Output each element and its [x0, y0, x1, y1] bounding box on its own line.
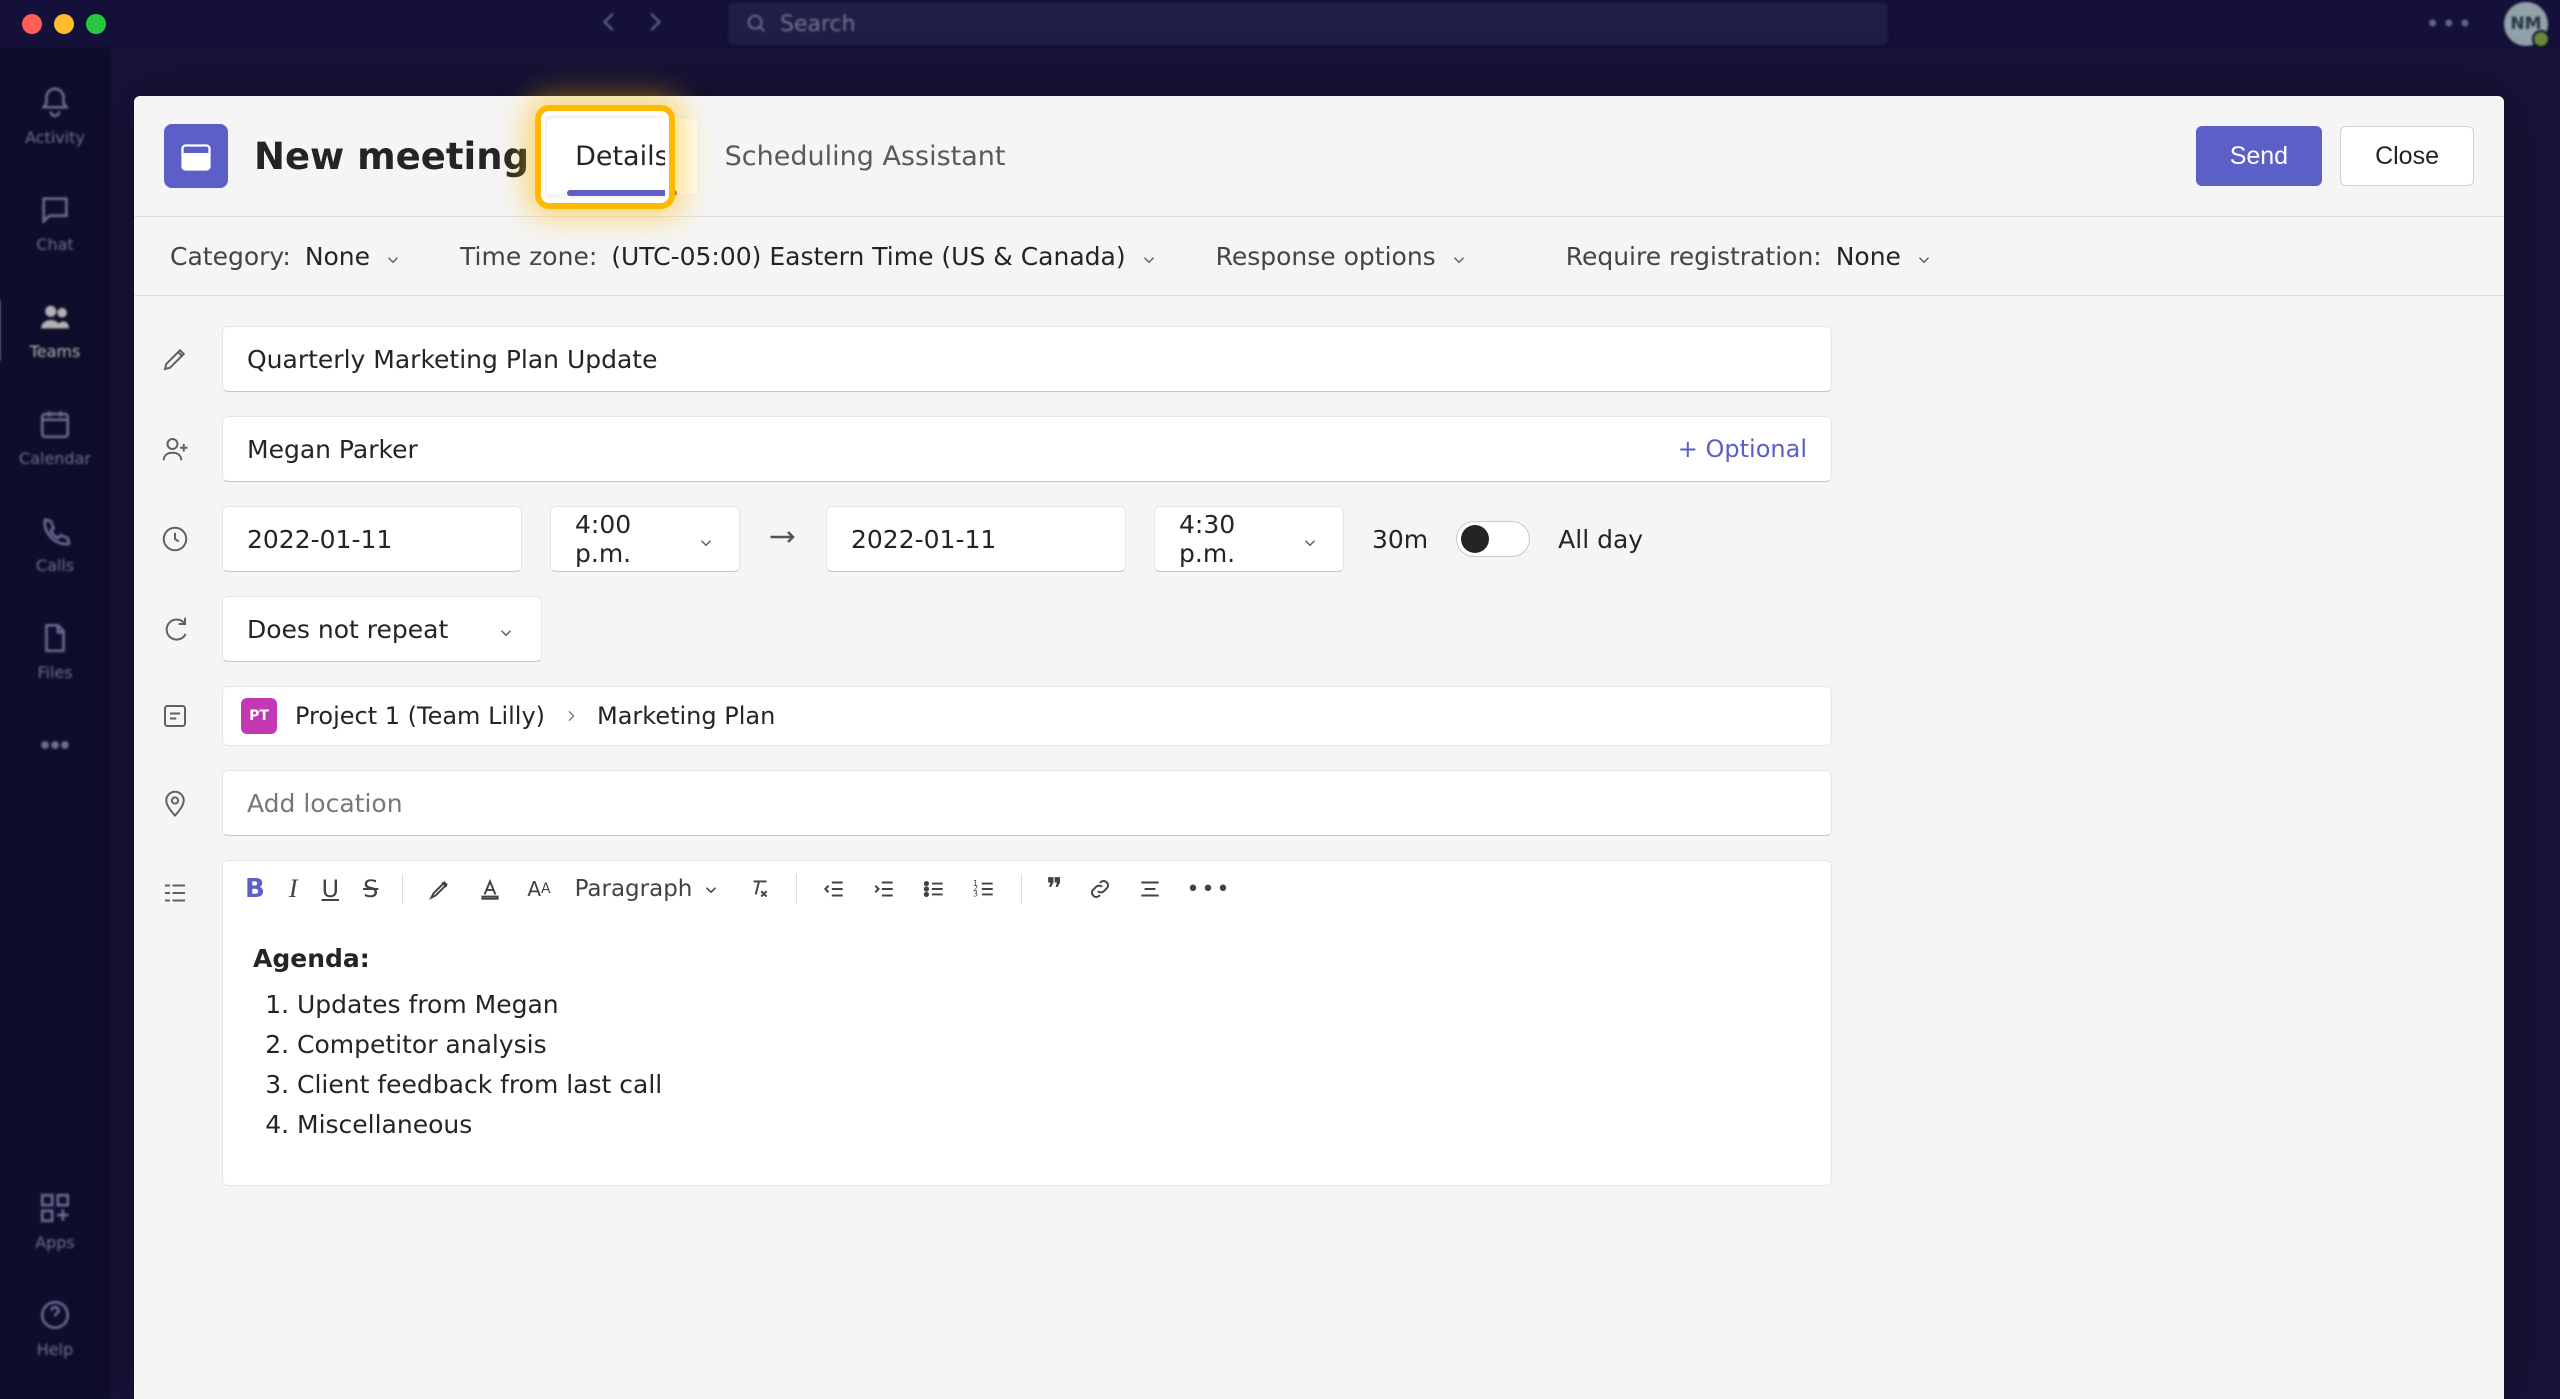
arrow-right-icon: [768, 527, 798, 551]
more-formatting-icon[interactable]: •••: [1187, 877, 1232, 902]
clock-icon: [156, 524, 194, 554]
rail-apps[interactable]: Apps: [35, 1191, 75, 1252]
agenda-item: Updates from Megan: [297, 985, 1801, 1025]
highlight-icon[interactable]: [427, 876, 453, 902]
edit-icon: [156, 344, 194, 374]
window-traffic-lights: [22, 14, 106, 34]
repeat-icon: [156, 614, 194, 644]
chevron-down-icon: [1140, 246, 1160, 266]
search-placeholder: Search: [780, 12, 856, 37]
font-color-icon[interactable]: [477, 876, 503, 902]
agenda-item: Miscellaneous: [297, 1105, 1801, 1145]
maximize-window-icon[interactable]: [86, 14, 106, 34]
nav-forward-icon[interactable]: [642, 9, 668, 39]
search-input[interactable]: Search: [728, 3, 1888, 45]
require-registration-dropdown[interactable]: Require registration: None: [1566, 242, 1935, 271]
align-icon[interactable]: [1137, 876, 1163, 902]
avatar[interactable]: NM: [2504, 2, 2548, 46]
rail-calendar[interactable]: Calendar: [19, 407, 91, 468]
chevron-down-icon: [1450, 246, 1470, 266]
chevron-down-icon: [497, 619, 517, 639]
people-add-icon: [156, 434, 194, 464]
bullet-list-icon[interactable]: [921, 876, 947, 902]
underline-icon[interactable]: U: [322, 875, 340, 903]
rail-help[interactable]: Help: [37, 1298, 73, 1359]
channel-picker[interactable]: PT Project 1 (Team Lilly) Marketing Plan: [222, 686, 1832, 746]
description-editor[interactable]: B I U S AA Paragraph: [222, 860, 1832, 1186]
agenda-heading: Agenda:: [253, 944, 370, 973]
agenda-item: Client feedback from last call: [297, 1065, 1801, 1105]
chevron-down-icon: [697, 529, 715, 549]
clear-formatting-icon[interactable]: [746, 876, 772, 902]
tab-details[interactable]: Details: [547, 119, 697, 194]
new-meeting-modal: New meeting Details Scheduling Assistant…: [134, 96, 2504, 1399]
location-icon: [156, 788, 194, 818]
rail-calls[interactable]: Calls: [36, 514, 74, 575]
meeting-title-input[interactable]: Quarterly Marketing Plan Update: [222, 326, 1832, 392]
all-day-toggle[interactable]: [1456, 521, 1530, 557]
close-window-icon[interactable]: [22, 14, 42, 34]
chevron-down-icon: [1301, 529, 1319, 549]
outdent-icon[interactable]: [821, 876, 847, 902]
modal-title: New meeting: [254, 135, 529, 178]
category-dropdown[interactable]: Category: None: [170, 242, 404, 271]
chevron-down-icon: [702, 879, 722, 899]
rail-files[interactable]: Files: [37, 621, 72, 682]
response-options-dropdown[interactable]: Response options: [1216, 242, 1470, 271]
chevron-down-icon: [384, 246, 404, 266]
more-options-icon[interactable]: •••: [2426, 10, 2474, 38]
tab-scheduling-assistant[interactable]: Scheduling Assistant: [697, 119, 1034, 194]
description-body[interactable]: Agenda: Updates from Megan Competitor an…: [223, 917, 1831, 1185]
rte-toolbar: B I U S AA Paragraph: [223, 861, 1831, 917]
nav-back-icon[interactable]: [596, 9, 622, 39]
duration-label: 30m: [1372, 525, 1428, 554]
meeting-options-bar: Category: None Time zone: (UTC-05:00) Ea…: [134, 216, 2504, 296]
minimize-window-icon[interactable]: [54, 14, 74, 34]
left-rail: Activity Chat Teams Calendar Calls Files: [0, 48, 110, 1399]
italic-icon[interactable]: I: [289, 874, 298, 904]
all-day-label: All day: [1558, 525, 1643, 554]
paragraph-style-select[interactable]: Paragraph: [575, 876, 723, 902]
chevron-down-icon: [1915, 246, 1935, 266]
send-button[interactable]: Send: [2196, 126, 2322, 186]
attendees-input[interactable]: Megan Parker + Optional: [222, 416, 1832, 482]
start-time-select[interactable]: 4:00 p.m.: [550, 506, 740, 572]
end-date-input[interactable]: 2022-01-11: [826, 506, 1126, 572]
svg-text:3: 3: [974, 890, 979, 899]
rail-more[interactable]: [38, 728, 72, 789]
link-icon[interactable]: [1087, 876, 1113, 902]
team-badge-icon: PT: [241, 698, 277, 734]
location-input[interactable]: Add location: [222, 770, 1832, 836]
channel-icon: [156, 701, 194, 731]
close-button[interactable]: Close: [2340, 126, 2474, 186]
start-date-input[interactable]: 2022-01-11: [222, 506, 522, 572]
agenda-item: Competitor analysis: [297, 1025, 1801, 1065]
meeting-app-icon: [164, 124, 228, 188]
font-size-icon[interactable]: AA: [527, 877, 550, 901]
indent-icon[interactable]: [871, 876, 897, 902]
bold-icon[interactable]: B: [245, 874, 265, 904]
strikethrough-icon[interactable]: S: [363, 875, 378, 903]
titlebar: Search ••• NM: [0, 0, 2560, 48]
quote-icon[interactable]: ❞: [1046, 872, 1062, 907]
timezone-dropdown[interactable]: Time zone: (UTC-05:00) Eastern Time (US …: [460, 242, 1160, 271]
rail-activity[interactable]: Activity: [25, 86, 85, 147]
recurrence-select[interactable]: Does not repeat: [222, 596, 542, 662]
add-optional-link[interactable]: + Optional: [1678, 435, 1807, 463]
rail-chat[interactable]: Chat: [36, 193, 73, 254]
end-time-select[interactable]: 4:30 p.m.: [1154, 506, 1344, 572]
numbered-list-icon[interactable]: 123: [971, 876, 997, 902]
description-icon: [156, 878, 194, 908]
chevron-right-icon: [563, 702, 579, 730]
rail-teams[interactable]: Teams: [30, 300, 81, 361]
